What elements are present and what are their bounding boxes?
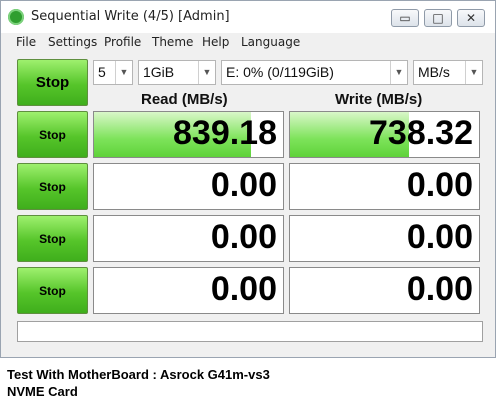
read-result-2: 0.00 bbox=[93, 163, 284, 210]
caption-line-2: NVME Card bbox=[7, 384, 78, 399]
read-column-header: Read (MB/s) bbox=[141, 91, 228, 108]
chevron-down-icon: ▼ bbox=[115, 61, 132, 84]
chevron-down-icon: ▼ bbox=[390, 61, 407, 84]
comment-field[interactable] bbox=[17, 321, 483, 342]
read-result-3: 0.00 bbox=[93, 215, 284, 262]
stop-test-1-button[interactable]: Stop bbox=[17, 111, 88, 158]
menu-bar: File Settings Profile Theme Help Languag… bbox=[1, 33, 495, 53]
test-size-value: 1GiB bbox=[143, 64, 175, 80]
read-value-1: 839.18 bbox=[173, 114, 277, 152]
menu-settings[interactable]: Settings bbox=[48, 35, 97, 49]
minimize-button[interactable]: ▭ bbox=[391, 9, 419, 27]
menu-language[interactable]: Language bbox=[241, 35, 300, 49]
test-count-value: 5 bbox=[98, 64, 106, 80]
write-result-1: 738.32 bbox=[289, 111, 480, 158]
title-bar: Sequential Write (4/5) [Admin] ▭ □ ✕ bbox=[1, 1, 495, 33]
menu-profile[interactable]: Profile bbox=[104, 35, 141, 49]
read-value-2: 0.00 bbox=[210, 166, 277, 204]
test-size-select[interactable]: 1GiB ▼ bbox=[138, 60, 216, 85]
drive-value: E: 0% (0/119GiB) bbox=[226, 64, 334, 80]
write-result-3: 0.00 bbox=[289, 215, 480, 262]
write-value-4: 0.00 bbox=[406, 270, 473, 308]
write-column-header: Write (MB/s) bbox=[335, 91, 423, 108]
read-value-3: 0.00 bbox=[210, 218, 277, 256]
maximize-button[interactable]: □ bbox=[424, 9, 452, 27]
write-result-2: 0.00 bbox=[289, 163, 480, 210]
stop-test-4-button[interactable]: Stop bbox=[17, 267, 88, 314]
stop-test-3-button[interactable]: Stop bbox=[17, 215, 88, 262]
write-value-2: 0.00 bbox=[406, 166, 473, 204]
stop-test-2-button[interactable]: Stop bbox=[17, 163, 88, 210]
unit-value: MB/s bbox=[418, 64, 450, 80]
chevron-down-icon: ▼ bbox=[465, 61, 482, 84]
unit-select[interactable]: MB/s ▼ bbox=[413, 60, 483, 85]
read-result-4: 0.00 bbox=[93, 267, 284, 314]
write-value-1: 738.32 bbox=[369, 114, 473, 152]
menu-theme[interactable]: Theme bbox=[152, 35, 193, 49]
app-icon bbox=[8, 9, 24, 25]
caption-line-1: Test With MotherBoard : Asrock G41m-vs3 bbox=[7, 367, 270, 382]
read-value-4: 0.00 bbox=[210, 270, 277, 308]
app-window: Sequential Write (4/5) [Admin] ▭ □ ✕ Fil… bbox=[0, 0, 496, 358]
read-result-1: 839.18 bbox=[93, 111, 284, 158]
close-button[interactable]: ✕ bbox=[457, 9, 485, 27]
menu-file[interactable]: File bbox=[16, 35, 36, 49]
drive-select[interactable]: E: 0% (0/119GiB) ▼ bbox=[221, 60, 408, 85]
menu-help[interactable]: Help bbox=[202, 35, 229, 49]
test-count-select[interactable]: 5 ▼ bbox=[93, 60, 133, 85]
write-result-4: 0.00 bbox=[289, 267, 480, 314]
window-title: Sequential Write (4/5) [Admin] bbox=[31, 9, 230, 24]
chevron-down-icon: ▼ bbox=[198, 61, 215, 84]
stop-all-button[interactable]: Stop bbox=[17, 59, 88, 106]
write-value-3: 0.00 bbox=[406, 218, 473, 256]
